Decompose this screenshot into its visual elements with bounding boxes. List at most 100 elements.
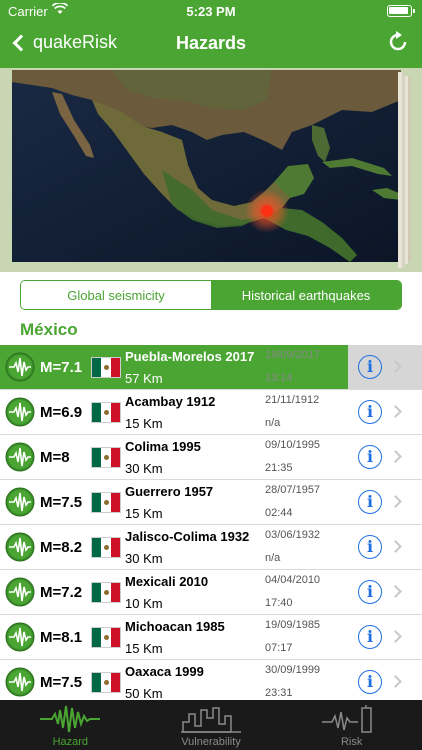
earthquake-time: 07:17: [265, 642, 293, 654]
earthquake-date: 30/09/1999: [265, 664, 321, 676]
earthquake-date: 19/09/2017: [265, 349, 321, 361]
row-main[interactable]: M=7.5 Oaxaca 1999 50 Km 30/09/1999 23:31: [0, 660, 348, 704]
risk-icon: [321, 705, 372, 733]
earthquake-time: n/a: [265, 552, 281, 564]
magnitude-label: M=8.1: [40, 629, 83, 646]
tab-label: Hazard: [52, 736, 89, 748]
earthquake-depth: 30 Km: [125, 551, 163, 566]
tab-risk[interactable]: Risk: [281, 700, 422, 750]
magnitude-label: M=8.2: [40, 539, 83, 556]
mexico-flag-icon: [91, 357, 121, 378]
earthquake-date: 21/11/1912: [265, 394, 320, 406]
buildings-icon: [181, 707, 241, 733]
info-icon[interactable]: i: [358, 580, 382, 604]
row-main[interactable]: M=8.1 Michoacan 1985 15 Km 19/09/1985 07…: [0, 615, 348, 659]
row-main[interactable]: M=7.5 Guerrero 1957 15 Km 28/07/1957 02:…: [0, 480, 348, 524]
info-icon[interactable]: i: [358, 445, 382, 469]
top-bar: Carrier 5:23 PM quakeRisk Hazards: [0, 0, 422, 68]
earthquake-depth: 15 Km: [125, 641, 163, 656]
earthquake-date: 09/10/1995: [265, 439, 321, 451]
earthquake-icon: [5, 577, 35, 607]
earthquake-depth: 30 Km: [125, 461, 163, 476]
earthquake-depth: 57 Km: [125, 371, 163, 386]
earthquake-date: 28/07/1957: [265, 484, 321, 496]
clock: 5:23 PM: [186, 4, 236, 19]
chevron-right-icon: [389, 585, 402, 598]
earthquake-list: M=7.1 Puebla-Morelos 2017 57 Km 19/09/20…: [0, 345, 422, 705]
mexico-flag-icon: [91, 672, 121, 693]
tab-vulnerability[interactable]: Vulnerability: [141, 700, 282, 750]
section-header: México: [20, 320, 78, 339]
info-icon[interactable]: i: [358, 400, 382, 424]
tab-hazard[interactable]: Hazard: [0, 700, 141, 750]
row-main[interactable]: M=7.1 Puebla-Morelos 2017 57 Km 19/09/20…: [0, 345, 348, 389]
page-curl-icon: [398, 72, 411, 268]
magnitude-label: M=7.5: [40, 674, 83, 691]
refresh-icon[interactable]: [386, 30, 410, 54]
earthquake-icon: [5, 397, 35, 427]
row-main[interactable]: M=8.2 Jalisco-Colima 1932 30 Km 03/06/19…: [0, 525, 348, 569]
earthquake-name: Guerrero 1957: [125, 484, 214, 499]
earthquake-icon: [5, 487, 35, 517]
segment-historical-earthquakes[interactable]: Historical earthquakes: [211, 281, 401, 309]
info-icon[interactable]: i: [358, 490, 382, 514]
earthquake-name: Jalisco-Colima 1932: [125, 529, 250, 544]
chevron-right-icon: [389, 450, 402, 463]
page-title: Hazards: [175, 33, 247, 53]
earthquake-time: 17:40: [265, 597, 293, 609]
earthquake-icon: [5, 667, 35, 697]
table-row[interactable]: M=7.5 Guerrero 1957 15 Km 28/07/1957 02:…: [0, 480, 422, 525]
table-row[interactable]: M=6.9 Acambay 1912 15 Km 21/11/1912 n/a …: [0, 390, 422, 435]
mexico-flag-icon: [91, 402, 121, 423]
earthquake-name: Mexicali 2010: [125, 574, 209, 589]
magnitude-label: M=7.2: [40, 584, 83, 601]
earthquake-icon: [5, 352, 35, 382]
info-icon[interactable]: i: [358, 355, 382, 379]
earthquake-name: Oaxaca 1999: [125, 664, 204, 679]
earthquake-depth: 15 Km: [125, 506, 163, 521]
seismograph-icon: [40, 705, 101, 733]
chevron-right-icon: [389, 405, 402, 418]
magnitude-label: M=7.5: [40, 494, 83, 511]
table-row[interactable]: M=8.1 Michoacan 1985 15 Km 19/09/1985 07…: [0, 615, 422, 660]
table-row[interactable]: M=7.2 Mexicali 2010 10 Km 04/04/2010 17:…: [0, 570, 422, 615]
tab-bar: Hazard Vulnerability Risk: [0, 700, 422, 750]
segment-global-seismicity[interactable]: Global seismicity: [21, 281, 211, 309]
earthquake-depth: 10 Km: [125, 596, 163, 611]
row-main[interactable]: M=7.2 Mexicali 2010 10 Km 04/04/2010 17:…: [0, 570, 348, 614]
satellite-map[interactable]: [12, 70, 401, 262]
table-row[interactable]: M=7.1 Puebla-Morelos 2017 57 Km 19/09/20…: [0, 345, 422, 390]
info-icon[interactable]: i: [358, 625, 382, 649]
status-bar: Carrier 5:23 PM: [0, 0, 422, 22]
earthquake-icon: [5, 532, 35, 562]
chevron-right-icon: [389, 540, 402, 553]
earthquake-date: 19/09/1985: [265, 619, 321, 631]
table-row[interactable]: M=7.5 Oaxaca 1999 50 Km 30/09/1999 23:31…: [0, 660, 422, 705]
info-icon[interactable]: i: [358, 535, 382, 559]
chevron-right-icon: [389, 360, 402, 373]
mexico-flag-icon: [91, 582, 121, 603]
earthquake-time: 02:44: [265, 507, 293, 519]
earthquake-name: Michoacan 1985: [125, 619, 225, 634]
magnitude-label: M=7.1: [40, 359, 83, 376]
mexico-flag-icon: [91, 627, 121, 648]
earthquake-icon: [5, 622, 35, 652]
info-icon[interactable]: i: [358, 670, 382, 694]
row-main[interactable]: M=8 Colima 1995 30 Km 09/10/1995 21:35: [0, 435, 348, 479]
earthquake-time: 23:31: [265, 687, 293, 699]
mexico-flag-icon: [91, 447, 121, 468]
earthquake-depth: 50 Km: [125, 686, 163, 701]
mexico-flag-icon: [91, 492, 121, 513]
row-main[interactable]: M=6.9 Acambay 1912 15 Km 21/11/1912 n/a: [0, 390, 348, 434]
chevron-right-icon: [389, 630, 402, 643]
earthquake-name: Colima 1995: [125, 439, 201, 454]
chevron-right-icon: [389, 675, 402, 688]
magnitude-label: M=6.9: [40, 404, 83, 421]
table-row[interactable]: M=8 Colima 1995 30 Km 09/10/1995 21:35 i: [0, 435, 422, 480]
nav-bar: quakeRisk Hazards: [0, 22, 422, 66]
map-panel: [0, 68, 422, 272]
table-row[interactable]: M=8.2 Jalisco-Colima 1932 30 Km 03/06/19…: [0, 525, 422, 570]
earthquake-name: Acambay 1912: [125, 394, 216, 409]
earthquake-date: 03/06/1932: [265, 529, 321, 541]
magnitude-label: M=8: [40, 449, 70, 466]
